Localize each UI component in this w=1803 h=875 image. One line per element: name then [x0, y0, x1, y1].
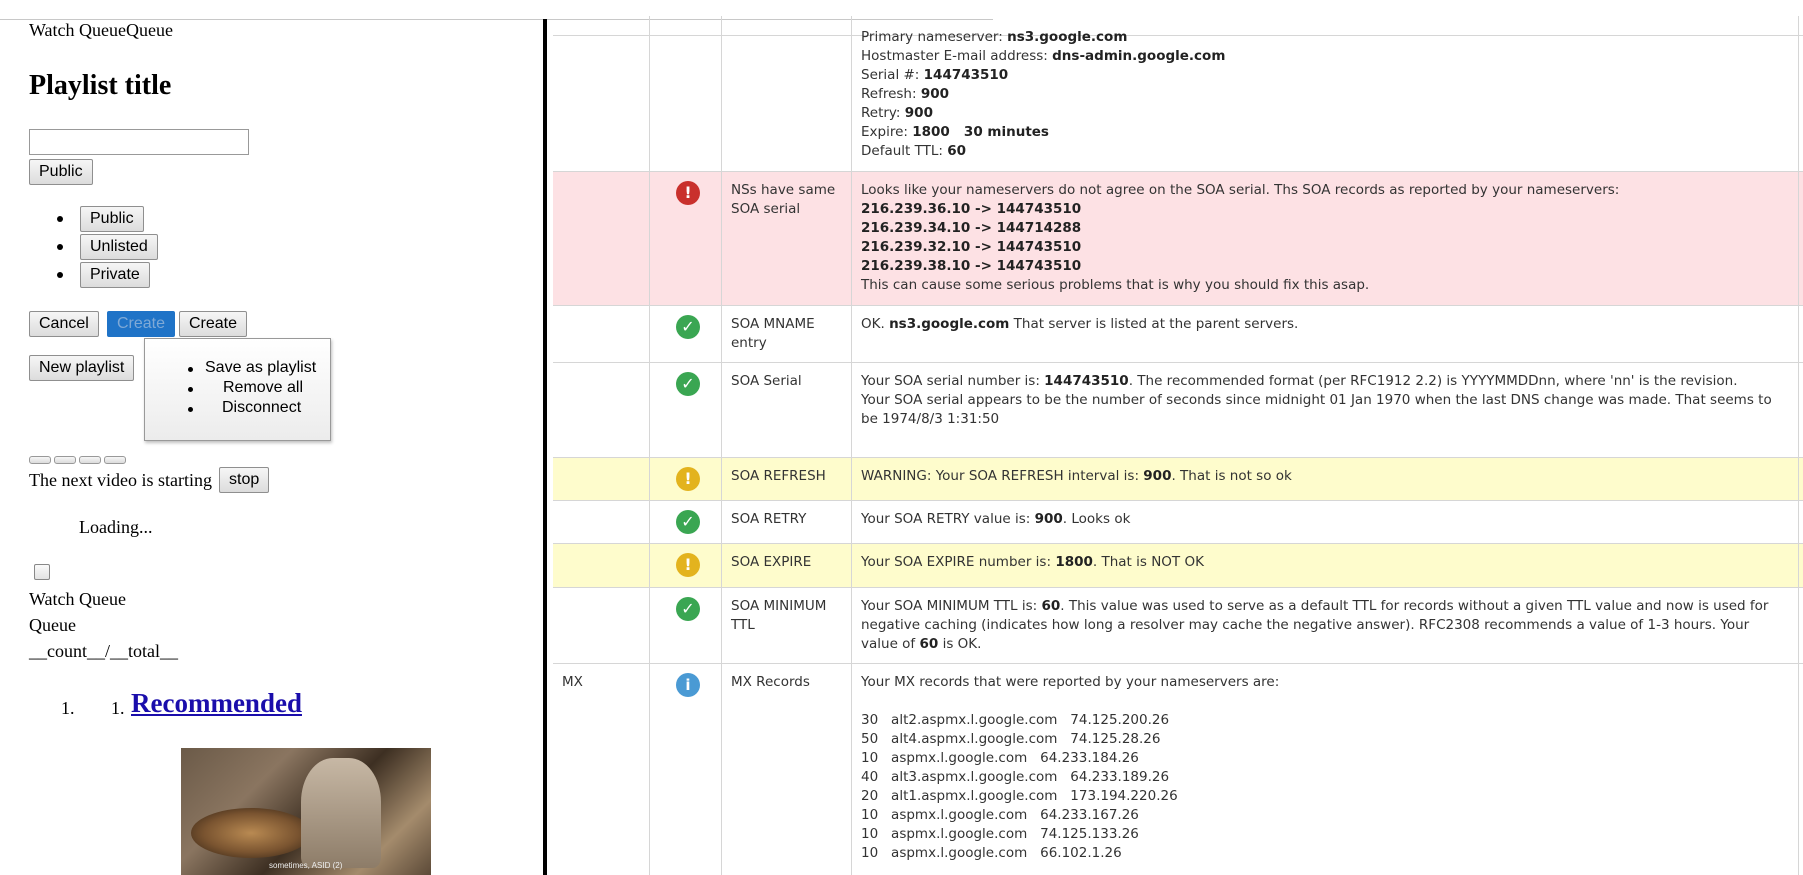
test-name: SOA EXPIRE [731, 554, 812, 570]
table-row-soa-serial: ✓ SOA Serial Your SOA serial number is: … [553, 362, 1803, 458]
test-name: SOA Serial [731, 373, 802, 389]
test-name: SOA MNAME entry [731, 316, 815, 351]
table-row-soa-retry: ✓ SOA RETRY Your SOA RETRY value is: 900… [553, 500, 1803, 544]
test-name: SOA MINIMUM TTL [731, 598, 827, 633]
privacy-button[interactable]: Public [29, 159, 93, 185]
ns-soa-line: 216.239.36.10 -> 144743510 [861, 201, 1082, 217]
table-row-ns-soa-serial: ! NSs have same SOA serial Looks like yo… [553, 171, 1803, 306]
thumbnail-person [301, 758, 381, 868]
exclamation-icon: ! [676, 467, 700, 491]
recommended-link[interactable]: Recommended [131, 688, 302, 719]
thumbnail-caption: sometimes, ASID (2) [269, 861, 343, 870]
table-row-soa-refresh: ! SOA REFRESH WARNING: Your SOA REFRESH … [553, 457, 1803, 501]
control-pill[interactable] [79, 456, 101, 464]
ns-soa-line: 216.239.32.10 -> 144743510 [861, 239, 1082, 255]
control-pill[interactable] [29, 456, 51, 464]
watch-queue-header: Watch QueueQueue [29, 20, 173, 40]
ttl-value: 60 [947, 143, 967, 159]
mx-record: 10 aspmx.l.google.com 74.125.133.26 [861, 826, 1139, 842]
mx-intro: Your MX records that were reported by yo… [861, 674, 1280, 690]
bullet [188, 387, 193, 392]
loading-text: Loading... [79, 517, 153, 537]
retry-label: Retry: [861, 105, 905, 121]
refresh-label: Refresh: [861, 86, 921, 102]
ns-soa-line: 216.239.34.10 -> 144714288 [861, 220, 1082, 236]
queue-actions-menu: Save as playlist Remove all Disconnect [144, 338, 331, 441]
menu-item-save-as-playlist[interactable]: Save as playlist [205, 359, 316, 377]
test-name: MX Records [731, 674, 810, 690]
menu-item-disconnect[interactable]: Disconnect [222, 399, 301, 417]
privacy-option-public[interactable]: Public [80, 206, 144, 232]
table-row-soa-expire: ! SOA EXPIRE Your SOA EXPIRE number is: … [553, 543, 1803, 588]
ns-soa-line: 216.239.38.10 -> 144743510 [861, 258, 1082, 274]
watch-queue-pane: Watch QueueQueue Playlist title Public P… [0, 0, 543, 875]
refresh-value: 900 [920, 86, 950, 102]
hostmaster-value: dns-admin.google.com [1052, 48, 1226, 64]
mx-record: 30 alt2.aspmx.l.google.com 74.125.200.26 [861, 712, 1170, 728]
privacy-option-unlisted[interactable]: Unlisted [80, 234, 158, 260]
serial-value: 144743510 [923, 67, 1009, 83]
table-row-soa-mname: ✓ SOA MNAME entry OK. ns3.google.com Tha… [553, 305, 1803, 363]
mx-record: 10 aspmx.l.google.com 64.233.184.26 [861, 750, 1139, 766]
bullet [188, 367, 193, 372]
bullet [57, 244, 63, 250]
mx-record: 50 alt4.aspmx.l.google.com 74.125.28.26 [861, 731, 1161, 747]
queue-label: Queue [29, 615, 76, 635]
expire-label: Expire: [861, 124, 913, 140]
mx-record: 20 alt1.aspmx.l.google.com 173.194.220.2… [861, 788, 1178, 804]
test-name: SOA REFRESH [731, 468, 826, 484]
table-row-soa-details: Primary nameserver: ns3.google.com Hostm… [553, 16, 1803, 171]
ns-soa-outro: This can cause some serious problems tha… [861, 277, 1370, 293]
dns-report-pane: Primary nameserver: ns3.google.com Hostm… [553, 0, 1803, 875]
next-video-text: The next video is starting [29, 470, 212, 490]
playlist-title-input[interactable] [29, 129, 249, 155]
create-button[interactable]: Create [179, 311, 248, 337]
mx-record: 10 aspmx.l.google.com 66.102.1.26 [861, 845, 1122, 861]
menu-item-remove-all[interactable]: Remove all [223, 379, 303, 397]
hostmaster-label: Hostmaster E-mail address: [861, 48, 1053, 64]
bullet [57, 216, 63, 222]
expire-value: 1800 30 minutes [912, 124, 1049, 140]
mx-record: 10 aspmx.l.google.com 64.233.167.26 [861, 807, 1139, 823]
test-name: SOA RETRY [731, 511, 807, 527]
stop-button[interactable]: stop [219, 467, 270, 493]
test-name: NSs have same SOA serial [731, 182, 836, 217]
serial-label: Serial #: [861, 67, 924, 83]
list-number: 1. [61, 698, 75, 718]
check-icon: ✓ [676, 510, 700, 534]
pane-divider [543, 19, 547, 875]
mx-record: 40 alt3.aspmx.l.google.com 64.233.189.26 [861, 769, 1170, 785]
control-pill[interactable] [54, 456, 76, 464]
table-row-soa-minimum-ttl: ✓ SOA MINIMUM TTL Your SOA MINIMUM TTL i… [553, 587, 1803, 664]
info-icon: i [676, 673, 700, 697]
ns-soa-intro: Looks like your nameservers do not agree… [861, 182, 1620, 198]
bullet [57, 272, 63, 278]
exclamation-icon: ! [676, 181, 700, 205]
playlist-title: Playlist title [29, 70, 172, 101]
table-row-mx-records: MX i MX Records Your MX records that wer… [553, 663, 1803, 875]
check-icon: ✓ [676, 597, 700, 621]
category-label: MX [562, 674, 583, 690]
ttl-label: Default TTL: [861, 143, 948, 159]
queue-checkbox[interactable] [34, 564, 50, 580]
bullet [188, 407, 193, 412]
control-pill[interactable] [104, 456, 126, 464]
watch-queue-label: Watch Queue [29, 589, 127, 609]
retry-value: 900 [904, 105, 933, 121]
exclamation-icon: ! [676, 553, 700, 577]
primary-ns-label: Primary nameserver: [861, 29, 1008, 45]
check-icon: ✓ [676, 315, 700, 339]
privacy-option-private[interactable]: Private [80, 262, 150, 288]
create-button-highlighted[interactable]: Create [107, 311, 176, 337]
check-icon: ✓ [676, 372, 700, 396]
list-number: 1. [111, 698, 125, 718]
queue-count: __count__/__total__ [29, 641, 178, 661]
cancel-button[interactable]: Cancel [29, 311, 99, 337]
primary-ns-value: ns3.google.com [1007, 29, 1128, 45]
video-thumbnail[interactable]: sometimes, ASID (2) [181, 748, 431, 875]
new-playlist-button[interactable]: New playlist [29, 355, 135, 381]
thumbnail-wok [191, 808, 311, 858]
